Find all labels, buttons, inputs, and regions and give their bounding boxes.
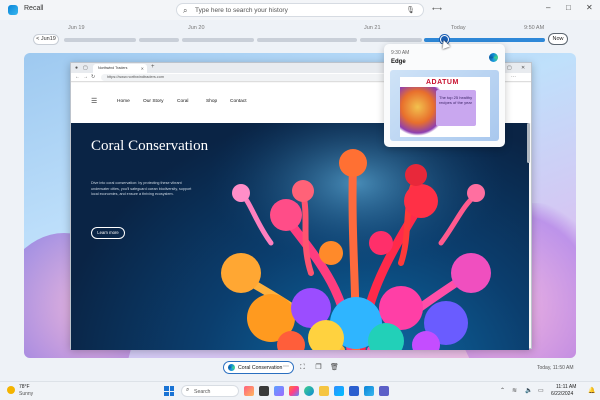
- timeline-date-label: Today: [451, 25, 466, 31]
- learn-more-button[interactable]: Learn more: [91, 227, 125, 239]
- nav-link-home[interactable]: Home: [117, 99, 130, 104]
- maximize-icon[interactable]: ▢: [507, 65, 512, 71]
- preview-thumbnail[interactable]: ADATUM The top 25 healthy recipes of the…: [390, 70, 499, 141]
- task-view-icon[interactable]: [259, 386, 269, 396]
- more-options-icon[interactable]: ⋯: [283, 363, 289, 370]
- notification-icon[interactable]: 🔔: [588, 387, 595, 394]
- nav-link-coral[interactable]: Coral: [177, 99, 188, 104]
- taskbar-search[interactable]: ⌕ Search: [181, 385, 239, 397]
- battery-icon[interactable]: ▭: [538, 387, 544, 394]
- delete-icon[interactable]: 🗑: [329, 362, 340, 373]
- copy-icon[interactable]: ❐: [313, 362, 324, 373]
- sun-icon[interactable]: [7, 386, 15, 394]
- edge-app-icon[interactable]: [304, 386, 314, 396]
- tabs-icon: ▢: [83, 65, 88, 71]
- weather-temperature[interactable]: 78°F: [19, 384, 30, 390]
- file-explorer-icon[interactable]: [319, 386, 329, 396]
- edge-logo-icon: [489, 53, 498, 62]
- close-icon[interactable]: ✕: [521, 65, 525, 71]
- tab-title: Northwind Traders: [98, 66, 128, 70]
- edge-icon: [228, 364, 235, 371]
- preview-page: ADATUM The top 25 healthy recipes of the…: [400, 77, 490, 137]
- extensions-icon[interactable]: ⋯: [511, 74, 516, 80]
- widgets-app-icon[interactable]: [274, 386, 284, 396]
- search-placeholder: Type here to search your history: [195, 7, 288, 14]
- expand-arrows-icon[interactable]: ⟷: [432, 6, 442, 14]
- click-to-do-icon[interactable]: ⛶: [297, 362, 308, 373]
- teams-app-icon[interactable]: [379, 386, 389, 396]
- timeline-date-label: Jun 19: [68, 25, 85, 31]
- wifi-icon[interactable]: ≋: [512, 387, 517, 394]
- search-icon: ⌕: [183, 6, 188, 15]
- minimize-button[interactable]: –: [546, 4, 550, 12]
- nav-link-contact[interactable]: Contact: [230, 99, 247, 104]
- snapshot-timestamp: Today, 11:50 AM: [537, 365, 574, 371]
- nav-link-shop[interactable]: Shop: [206, 99, 217, 104]
- tab-close-icon[interactable]: ✕: [141, 66, 144, 71]
- recall-titlebar: Recall ⌕ Type here to search your histor…: [0, 0, 600, 20]
- forward-arrow-icon[interactable]: →: [83, 74, 88, 80]
- preview-card-text: The top 25 healthy recipes of the year: [439, 95, 473, 105]
- search-icon: ⌕: [186, 387, 190, 393]
- nav-link-our-story[interactable]: Our Story: [143, 99, 164, 104]
- preview-app-name: Edge: [391, 59, 406, 65]
- close-button[interactable]: ✕: [586, 4, 593, 12]
- taskbar-time[interactable]: 11:11 AM: [556, 384, 576, 390]
- snapshot-title: Coral Conservation: [238, 365, 283, 371]
- preview-time: 9:30 AM: [391, 50, 410, 56]
- taskbar-date[interactable]: 6/22/2024: [551, 391, 573, 397]
- hero-title: Coral Conservation: [91, 138, 209, 154]
- outlook-app-icon[interactable]: [349, 386, 359, 396]
- new-tab-icon[interactable]: +: [151, 64, 155, 70]
- refresh-icon[interactable]: ↻: [91, 74, 95, 80]
- timeline-date-label: Jun 20: [188, 25, 205, 31]
- copilot-app-icon[interactable]: [244, 386, 254, 396]
- preview-feature-card: The top 25 healthy recipes of the year: [436, 90, 476, 126]
- timeline-preview-card[interactable]: 9:30 AM Edge ADATUM The top 25 healthy r…: [384, 44, 505, 147]
- timeline-back-button[interactable]: < Jun19: [33, 34, 59, 45]
- hero-description: Dive into coral conservation: by protect…: [91, 181, 192, 197]
- history-search-input[interactable]: ⌕ Type here to search your history 🎙: [176, 3, 424, 17]
- maximize-button[interactable]: □: [566, 4, 571, 12]
- page-scrollbar[interactable]: [527, 123, 530, 163]
- store-app-icon[interactable]: [334, 386, 344, 396]
- browser-tab[interactable]: Northwind Traders ✕: [93, 64, 147, 73]
- hero-section: Coral Conservation Dive into coral conse…: [71, 123, 529, 350]
- coral-illustration: [206, 123, 506, 350]
- microphone-icon[interactable]: 🎙: [406, 6, 415, 14]
- start-button[interactable]: [164, 386, 174, 396]
- weather-condition[interactable]: Sunny: [19, 391, 33, 397]
- back-arrow-icon[interactable]: ←: [75, 74, 80, 80]
- preview-brand-logo: ADATUM: [426, 79, 459, 86]
- profile-icon: ●: [75, 65, 79, 71]
- recall-taskbar-icon[interactable]: [364, 386, 374, 396]
- chevron-up-icon[interactable]: ⌃: [500, 387, 505, 394]
- now-button[interactable]: Now: [548, 33, 568, 45]
- app-title: Recall: [24, 5, 44, 12]
- timeline-hover-time: 9:50 AM: [524, 25, 545, 31]
- volume-icon[interactable]: 🔈: [525, 387, 532, 394]
- snapshot-app-pill[interactable]: Coral Conservation ⋯: [223, 361, 294, 374]
- hamburger-menu-icon[interactable]: ☰: [91, 97, 97, 105]
- recall-app-icon: [8, 5, 18, 15]
- timeline-date-label: Jun 21: [364, 25, 381, 31]
- photos-app-icon[interactable]: [289, 386, 299, 396]
- taskbar-search-label: Search: [194, 389, 211, 395]
- windows-taskbar: 78°F Sunny ⌕ Search ⌃ ≋ 🔈 ▭ 11:11 AM 6/2…: [0, 381, 600, 400]
